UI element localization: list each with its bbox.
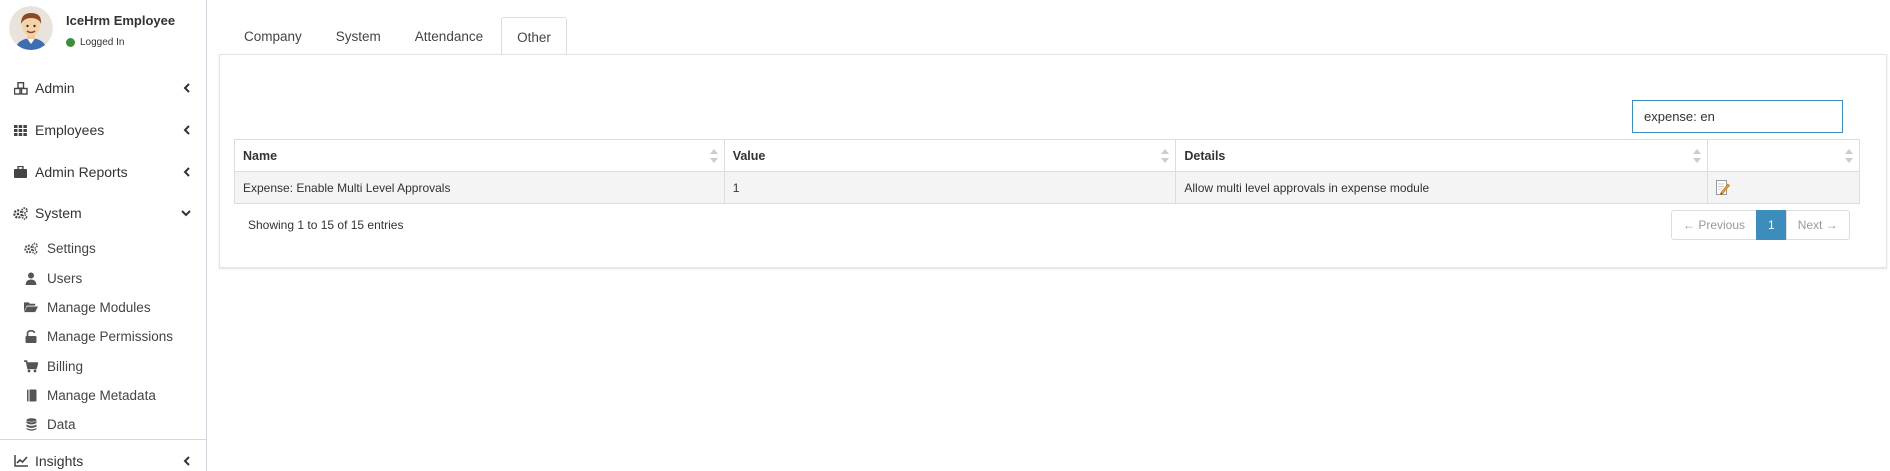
tab-attendance[interactable]: Attendance <box>399 17 499 55</box>
user-panel: IceHrm Employee Logged In <box>0 0 206 58</box>
table-row: Expense: Enable Multi Level Approvals 1 … <box>234 171 1860 204</box>
sidebar-subitem-label: Users <box>47 270 83 286</box>
settings-tabs: Company System Attendance Other <box>228 17 569 56</box>
cell-value: 1 <box>723 171 1177 204</box>
cubes-icon <box>13 81 28 96</box>
user-status: Logged In <box>66 37 125 48</box>
user-name: IceHrm Employee <box>66 13 176 28</box>
sidebar-subitem-manage-permissions[interactable]: Manage Permissions <box>0 323 206 349</box>
chevron-left-icon <box>181 456 191 466</box>
sidebar-item-label: Insights <box>35 453 84 469</box>
avatar <box>9 6 53 50</box>
sort-icon <box>1693 149 1702 163</box>
pagination: ← Previous 1 Next → <box>1671 210 1850 240</box>
cogs-icon <box>13 206 28 221</box>
column-header-label: Value <box>732 148 766 163</box>
column-header-details[interactable]: Details <box>1175 139 1709 172</box>
sidebar-item-admin[interactable]: Admin <box>0 68 206 108</box>
main-content: Company System Attendance Other Name Val… <box>208 0 1890 471</box>
user-status-label: Logged In <box>80 37 125 48</box>
briefcase-icon <box>13 165 28 180</box>
sidebar-item-admin-reports[interactable]: Admin Reports <box>0 152 206 192</box>
sidebar-item-system[interactable]: System <box>0 193 206 233</box>
column-header-actions[interactable] <box>1707 139 1860 172</box>
tab-system[interactable]: System <box>320 17 397 55</box>
cogs-icon <box>24 241 38 255</box>
chevron-left-icon <box>181 167 191 177</box>
chevron-left-icon <box>181 83 191 93</box>
grid-icon <box>13 123 28 138</box>
sidebar-subitem-billing[interactable]: Billing <box>0 353 206 379</box>
book-icon <box>24 388 38 402</box>
table-header-row: Name Value Details <box>234 139 1860 172</box>
sidebar-subitem-manage-metadata[interactable]: Manage Metadata <box>0 382 206 408</box>
sidebar-item-insights[interactable]: Insights <box>0 441 206 471</box>
column-header-value[interactable]: Value <box>723 139 1177 172</box>
sidebar-item-label: System <box>35 205 82 221</box>
sidebar: IceHrm Employee Logged In Admin Employee… <box>0 0 207 471</box>
sidebar-item-employees[interactable]: Employees <box>0 110 206 150</box>
user-icon <box>24 271 38 285</box>
column-header-label: Name <box>243 148 278 163</box>
online-status-dot <box>66 38 75 47</box>
column-header-label: Details <box>1184 148 1226 163</box>
column-header-name[interactable]: Name <box>234 139 725 172</box>
table-info: Showing 1 to 15 of 15 entries <box>248 218 404 232</box>
sidebar-subitem-label: Billing <box>47 358 84 374</box>
sidebar-subitem-label: Manage Metadata <box>47 387 156 403</box>
database-icon <box>24 417 38 431</box>
chevron-down-icon <box>181 208 191 218</box>
unlock-icon <box>24 329 38 343</box>
line-chart-icon <box>13 454 28 469</box>
sort-icon <box>1845 149 1853 163</box>
sidebar-subitem-label: Settings <box>47 240 96 256</box>
sidebar-subitem-manage-modules[interactable]: Manage Modules <box>0 294 206 320</box>
sort-icon <box>709 149 718 163</box>
sidebar-item-label: Admin <box>35 80 75 96</box>
sidebar-item-label: Admin Reports <box>35 164 128 180</box>
sidebar-subitem-label: Manage Modules <box>47 299 151 315</box>
settings-table: Name Value Details Expense: Enable Multi… <box>234 139 1860 204</box>
sidebar-subitem-label: Manage Permissions <box>47 328 174 344</box>
sidebar-subitem-settings[interactable]: Settings <box>0 235 206 261</box>
sort-icon <box>1161 149 1170 163</box>
edit-icon[interactable] <box>1716 180 1730 196</box>
previous-page-button[interactable]: ← Previous <box>1671 210 1758 240</box>
sidebar-subitem-users[interactable]: Users <box>0 265 206 291</box>
cell-name: Expense: Enable Multi Level Approvals <box>234 171 725 204</box>
tab-other[interactable]: Other <box>501 17 567 56</box>
cell-details: Allow multi level approvals in expense m… <box>1175 171 1709 204</box>
sidebar-subitem-label: Data <box>47 416 76 432</box>
sidebar-subitem-data[interactable]: Data <box>0 411 206 437</box>
shopping-cart-icon <box>24 359 38 373</box>
next-page-button[interactable]: Next → <box>1785 210 1850 240</box>
page-1-button[interactable]: 1 <box>1756 210 1787 240</box>
cell-actions <box>1707 171 1860 204</box>
search-input[interactable] <box>1632 100 1843 133</box>
tab-company[interactable]: Company <box>228 17 318 55</box>
sidebar-item-label: Employees <box>35 122 105 138</box>
sidebar-divider <box>0 439 206 440</box>
folder-open-icon <box>24 300 38 314</box>
chevron-left-icon <box>181 125 191 135</box>
